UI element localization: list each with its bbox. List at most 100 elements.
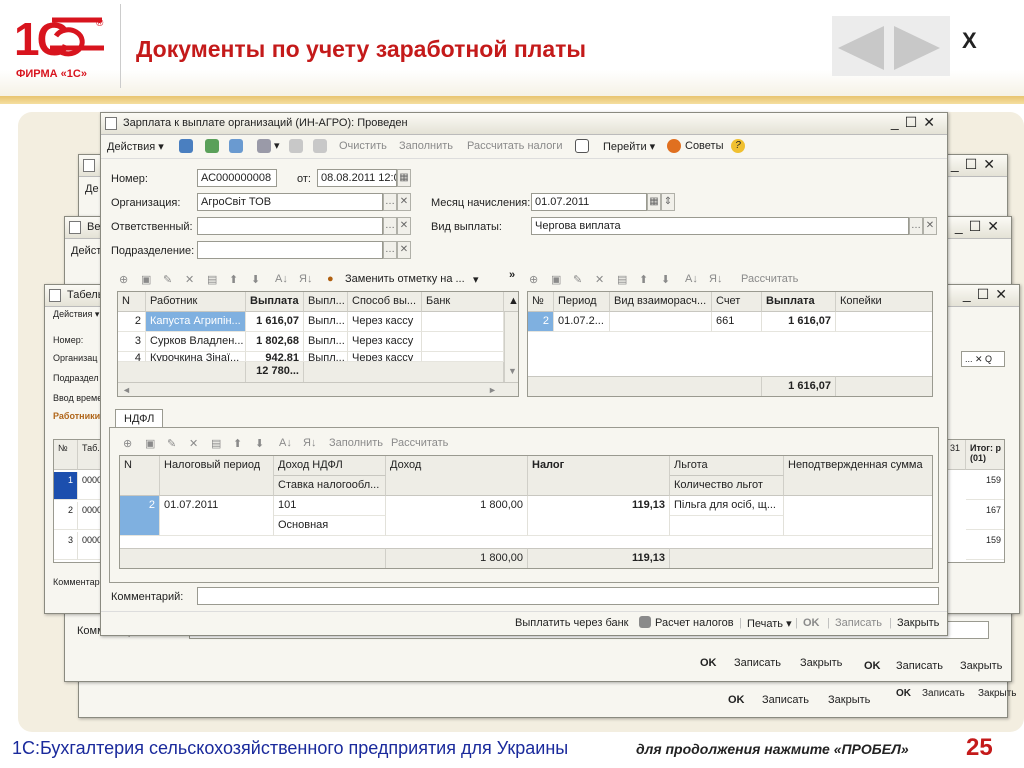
delete-row-icon[interactable]: ✕	[189, 437, 198, 450]
add-row-icon[interactable]: ⊕	[529, 273, 538, 286]
table-cell[interactable]: 119,13	[528, 496, 670, 536]
table-cell[interactable]	[836, 312, 932, 332]
end-edit-icon[interactable]: ▤	[211, 437, 221, 450]
column-header[interactable]: Период	[554, 292, 610, 312]
close-button[interactable]: Закрыть	[978, 688, 1017, 699]
table-cell[interactable]: Через кассу	[348, 332, 422, 352]
table-cell[interactable]: 1 802,68	[246, 332, 304, 352]
table-cell[interactable]: 01.07.2011	[160, 496, 274, 536]
sort-asc-icon[interactable]: A↓	[275, 273, 288, 285]
row-number[interactable]: 2	[54, 502, 78, 530]
window-controls[interactable]: _☐✕	[951, 156, 1001, 173]
column-header[interactable]: Доход НДФЛ	[274, 456, 386, 476]
column-header[interactable]: N	[118, 292, 146, 312]
copy-row-icon[interactable]: ▣	[551, 273, 561, 286]
spin-icon[interactable]: ⇕	[661, 193, 675, 211]
column-header[interactable]: Доход	[386, 456, 528, 496]
clear-icon[interactable]: ✕	[923, 217, 937, 235]
column-header[interactable]: Неподтвержденная сумма	[784, 456, 932, 496]
sort-asc-icon[interactable]: A↓	[685, 273, 698, 285]
table-cell[interactable]: 661	[712, 312, 762, 332]
move-down-icon[interactable]: ⬇	[251, 273, 260, 286]
help-icon[interactable]: ?	[731, 139, 745, 153]
copy-row-icon[interactable]: ▣	[141, 273, 151, 286]
table-cell[interactable]: 2	[528, 312, 554, 332]
move-up-icon[interactable]: ⬆	[639, 273, 648, 286]
close-button[interactable]: Закрыть	[897, 617, 939, 629]
more-icon[interactable]: »	[509, 269, 515, 281]
move-down-icon[interactable]: ⬇	[255, 437, 264, 450]
tips-button[interactable]: Советы	[685, 140, 723, 152]
calculate-button[interactable]: Рассчитать	[391, 437, 448, 449]
column-header[interactable]: Копейки	[836, 292, 932, 312]
fill-button[interactable]: Заполнить	[329, 437, 383, 449]
fill-button[interactable]: Заполнить	[399, 140, 453, 152]
actions-menu[interactable]: Действия ▾	[107, 140, 164, 153]
actions-menu[interactable]: Де	[85, 183, 99, 195]
table-cell[interactable]: 1 616,07	[246, 312, 304, 332]
department-field[interactable]	[197, 241, 383, 259]
column-header[interactable]: Выплата	[246, 292, 304, 312]
table-cell[interactable]: 1 616,07	[762, 312, 836, 332]
window-controls[interactable]: _☐✕	[955, 218, 1005, 235]
move-up-icon[interactable]: ⬆	[229, 273, 238, 286]
edit-row-icon[interactable]: ✎	[163, 273, 172, 286]
table-cell[interactable]	[422, 352, 504, 362]
column-header[interactable]: Способ вы...	[348, 292, 422, 312]
scroll-down-icon[interactable]: ▼	[504, 312, 518, 382]
table-cell[interactable]: 1 800,00	[386, 496, 528, 536]
table-cell[interactable]: 2	[118, 312, 146, 332]
move-up-icon[interactable]: ⬆	[233, 437, 242, 450]
column-header[interactable]: Выплата	[762, 292, 836, 312]
delete-row-icon[interactable]: ✕	[185, 273, 194, 286]
column-header[interactable]: N	[120, 456, 160, 496]
column-header[interactable]: Льгота	[670, 456, 784, 476]
end-edit-icon[interactable]: ▤	[207, 273, 217, 286]
print-menu[interactable]: Печать ▾	[747, 617, 792, 630]
table-cell[interactable]: Выпл...	[304, 352, 348, 362]
close-button[interactable]: Закрыть	[828, 694, 870, 706]
sort-asc-icon[interactable]: A↓	[279, 437, 292, 449]
save-button[interactable]: Записать	[922, 688, 965, 699]
horizontal-scrollbar[interactable]: ◄ ►	[118, 382, 518, 396]
column-header[interactable]: №	[528, 292, 554, 312]
date-field[interactable]: 08.08.2011 12:0	[317, 169, 397, 187]
end-edit-icon[interactable]: ▤	[617, 273, 627, 286]
table-cell[interactable]: Через кассу	[348, 352, 422, 362]
edit-row-icon[interactable]: ✎	[167, 437, 176, 450]
table-cell[interactable]: 01.07.2...	[554, 312, 610, 332]
organization-field[interactable]: АгроСвіт ТОВ	[197, 193, 383, 211]
calculate-button[interactable]: Рассчитать	[741, 273, 798, 285]
clear-button[interactable]: Очистить	[339, 140, 387, 152]
calendar-icon[interactable]: ▦	[647, 193, 661, 211]
copy-icon[interactable]	[229, 139, 243, 153]
table-cell[interactable]: Капуста Агрипін...	[146, 312, 246, 332]
table-cell[interactable]: Выпл...	[304, 312, 348, 332]
ok-button[interactable]: OK	[896, 688, 911, 699]
table-cell[interactable]: Через кассу	[348, 312, 422, 332]
table-cell[interactable]	[670, 516, 784, 536]
table-cell[interactable]: 3	[118, 332, 146, 352]
tab-ndfl[interactable]: НДФЛ	[115, 409, 164, 428]
replace-mark-dropdown-icon[interactable]: ▾	[473, 273, 479, 286]
move-down-icon[interactable]: ⬇	[661, 273, 670, 286]
structure-icon[interactable]: ▾	[257, 139, 280, 154]
select-button[interactable]: …	[383, 193, 397, 211]
column-header[interactable]: Выпл...	[304, 292, 348, 312]
sort-desc-icon[interactable]: Я↓	[299, 273, 312, 285]
table-cell[interactable]	[784, 496, 932, 536]
journal-icon[interactable]	[575, 139, 589, 153]
replace-mark-button[interactable]: Заменить отметку на ...	[345, 273, 465, 285]
payment-type-field[interactable]: Чергова виплата	[531, 217, 909, 235]
ok-button[interactable]: OK	[728, 694, 745, 706]
table-cell[interactable]: 101	[274, 496, 386, 516]
clear-icon[interactable]: ✕	[397, 217, 411, 235]
sort-desc-icon[interactable]: Я↓	[303, 437, 316, 449]
table-cell[interactable]: 942,81	[246, 352, 304, 362]
table-cell[interactable]: Основная	[274, 516, 386, 536]
table-cell[interactable]: Сурков Владлен...	[146, 332, 246, 352]
window-controls[interactable]: _☐✕	[963, 286, 1013, 303]
column-header[interactable]: Налог	[528, 456, 670, 496]
responsible-field[interactable]	[197, 217, 383, 235]
save-button[interactable]: Записать	[835, 617, 882, 629]
